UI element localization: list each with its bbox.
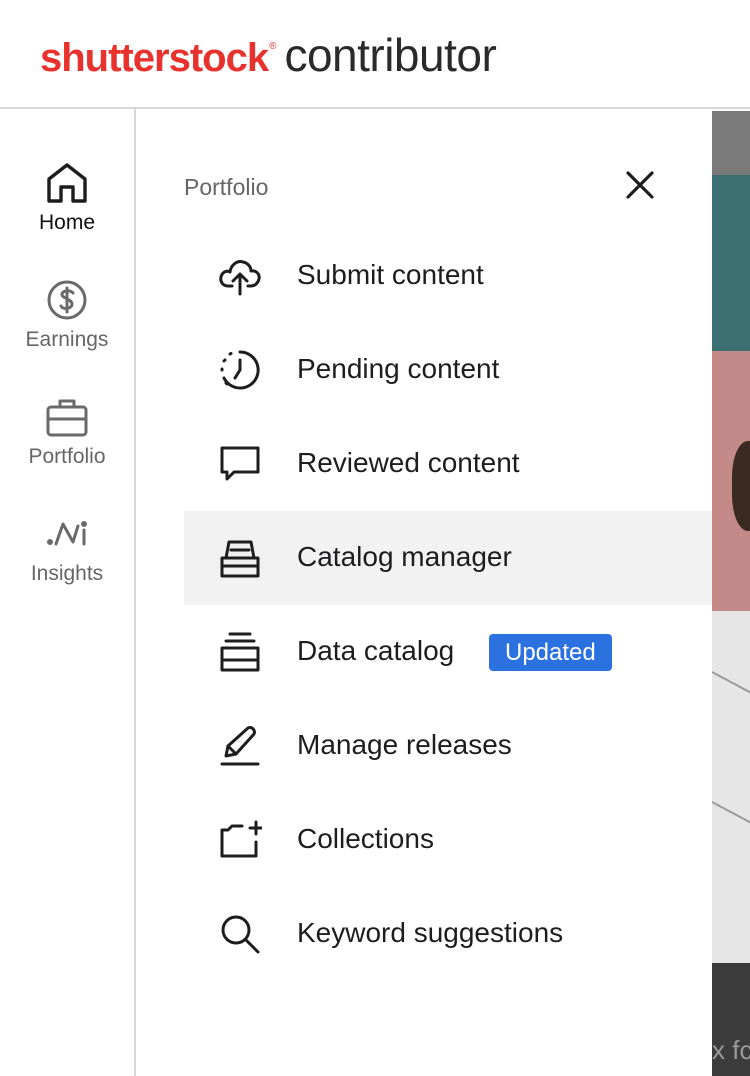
menu-item-label: Keyword suggestions (297, 917, 564, 948)
rail-item-insights[interactable]: Insights (0, 512, 134, 586)
dollar-icon (47, 280, 87, 320)
menu-item-keyword-suggestions[interactable]: Keyword suggestions (184, 887, 712, 981)
pending-clock-icon (220, 350, 260, 390)
search-icon (221, 915, 260, 954)
home-icon (47, 163, 87, 203)
rail-item-label: Portfolio (28, 445, 106, 468)
rail-item-home[interactable]: Home (0, 161, 134, 235)
close-icon[interactable] (620, 165, 660, 205)
menu-item-label: Manage releases (297, 729, 512, 760)
stacked-layers-icon (220, 632, 260, 672)
cloud-upload-icon (219, 260, 261, 296)
rail-item-portfolio[interactable]: Portfolio (0, 395, 134, 469)
app-header: shutterstock ® contributor (0, 0, 750, 109)
menu-item-label: Catalog manager (297, 541, 512, 572)
logo-registered-mark: ® (269, 41, 277, 52)
menu-item-reviewed-content[interactable]: Reviewed content (184, 417, 712, 511)
briefcase-icon (46, 399, 88, 437)
updated-badge: Updated (489, 634, 612, 671)
rail-item-earnings[interactable]: Earnings (0, 278, 134, 352)
background-image-region (712, 611, 750, 963)
rail-item-label: Home (38, 211, 96, 234)
menu-item-label: Pending content (297, 353, 500, 384)
pen-signature-icon (220, 726, 260, 766)
menu-item-label: Reviewed content (297, 447, 520, 478)
portfolio-drawer: Portfolio Submit content Pending content… (136, 111, 712, 1076)
shutterstock-contributor-logo[interactable]: shutterstock ® contributor (40, 28, 497, 82)
menu-item-collections[interactable]: Collections (184, 793, 712, 887)
menu-item-catalog-manager[interactable]: Catalog manager (184, 511, 712, 605)
logo-brand-text: shutterstock (40, 36, 269, 80)
folder-plus-icon (220, 820, 262, 858)
speech-bubble-icon (220, 446, 260, 481)
inbox-tray-icon (220, 540, 260, 578)
background-top-bar (712, 111, 750, 175)
left-nav-rail: Home Earnings Portfolio Insights (0, 109, 136, 1076)
background-page-content: x fc (712, 111, 750, 1076)
menu-item-label: Submit content (297, 259, 484, 290)
menu-item-submit-content[interactable]: Submit content (184, 229, 712, 323)
insights-icon (47, 521, 87, 546)
menu-item-manage-releases[interactable]: Manage releases (184, 699, 712, 793)
menu-item-label: Data catalog (297, 635, 455, 666)
drawer-title: Portfolio (184, 174, 269, 200)
logo-product-text: contributor (284, 29, 497, 81)
rail-item-label: Earnings (25, 328, 109, 351)
menu-item-pending-content[interactable]: Pending content (184, 323, 712, 417)
rail-item-label: Insights (30, 562, 104, 585)
background-image-region (712, 175, 750, 355)
menu-item-data-catalog[interactable]: Data catalog Updated (184, 605, 712, 699)
background-partial-text: x fc (712, 1035, 750, 1065)
background-image-region (732, 441, 750, 531)
menu-item-label: Collections (297, 823, 434, 854)
